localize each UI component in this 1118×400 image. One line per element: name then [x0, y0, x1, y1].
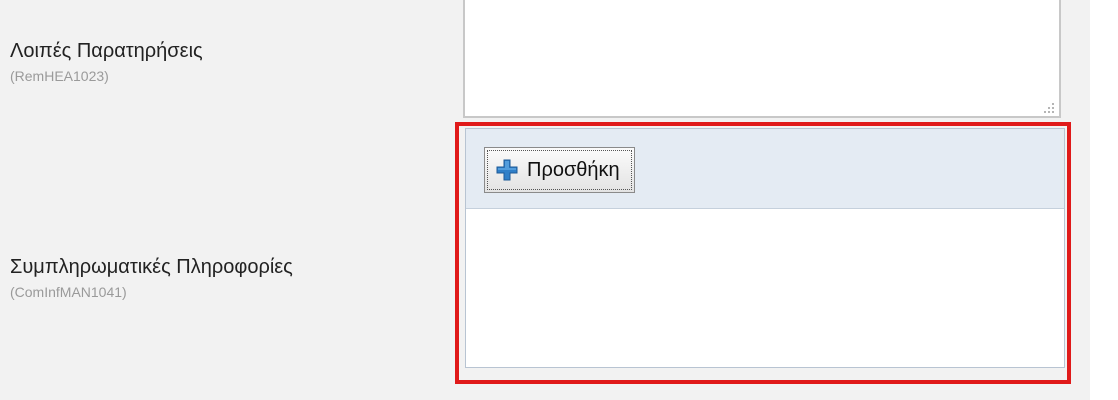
resize-grip-icon[interactable] — [1041, 100, 1055, 114]
form-panel: Λοιπές Παρατηρήσεις (RemHEA1023) Συμπληρ… — [0, 0, 1090, 400]
supplementary-info-label: Συμπληρωματικές Πληροφορίες — [10, 256, 293, 278]
add-button[interactable]: Προσθήκη — [484, 147, 635, 193]
supplementary-info-code: (ComInfMAN1041) — [10, 284, 127, 300]
collection-toolbar: Προσθήκη — [466, 129, 1064, 209]
plus-icon — [496, 159, 518, 181]
remarks-code: (RemHEA1023) — [10, 68, 109, 84]
supplementary-info-collection: Προσθήκη — [465, 128, 1065, 368]
remarks-textarea[interactable] — [463, 0, 1061, 118]
remarks-label: Λοιπές Παρατηρήσεις — [10, 40, 203, 62]
add-button-label: Προσθήκη — [527, 158, 620, 181]
